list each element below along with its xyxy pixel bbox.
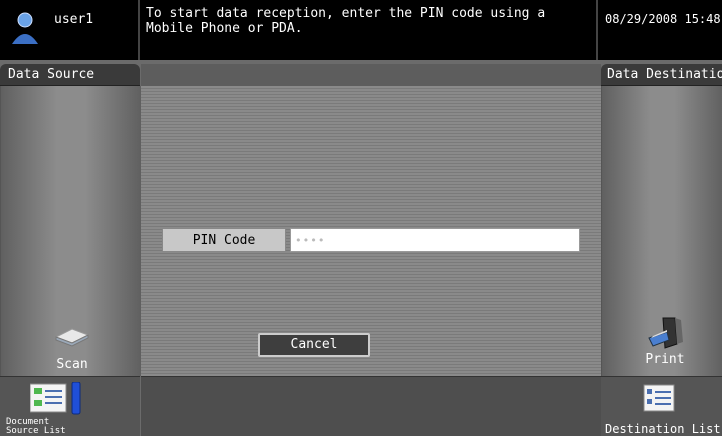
data-destination-title: Data Destination (601, 64, 722, 86)
scanner-icon (54, 328, 90, 347)
destination-list-icon (643, 384, 675, 412)
destination-list-label: Destination List (605, 422, 721, 436)
center-header (141, 64, 601, 86)
print-label: Print (645, 352, 685, 367)
document-list-icon (30, 382, 81, 415)
pin-code-input[interactable]: •••• (290, 228, 580, 252)
document-source-list-label: Document Source List (6, 417, 66, 436)
pin-code-row: PIN Code •••• (162, 228, 580, 252)
date-time: 08/29/2008 15:48 (605, 12, 721, 26)
user-box[interactable]: user1 (0, 0, 140, 60)
scan-label: Scan (56, 357, 88, 372)
print-button[interactable]: Print (620, 316, 710, 372)
screen: user1 To start data reception, enter the… (0, 0, 722, 436)
document-source-list-button[interactable]: Document Source List (4, 382, 134, 436)
user-name: user1 (54, 12, 94, 27)
cancel-button[interactable]: Cancel (258, 333, 370, 357)
destination-list-button[interactable]: Destination List (605, 382, 721, 436)
user-icon (12, 12, 38, 44)
data-source-title: Data Source (0, 64, 140, 86)
instruction-message: To start data reception, enter the PIN c… (146, 6, 546, 36)
top-bar: user1 To start data reception, enter the… (0, 0, 722, 60)
center-bottom-bar (141, 376, 601, 436)
pin-code-value: •••• (295, 234, 326, 247)
printer-icon (648, 317, 683, 349)
divider (596, 0, 598, 60)
scan-button[interactable]: Scan (34, 325, 110, 381)
pin-code-label: PIN Code (162, 228, 286, 252)
